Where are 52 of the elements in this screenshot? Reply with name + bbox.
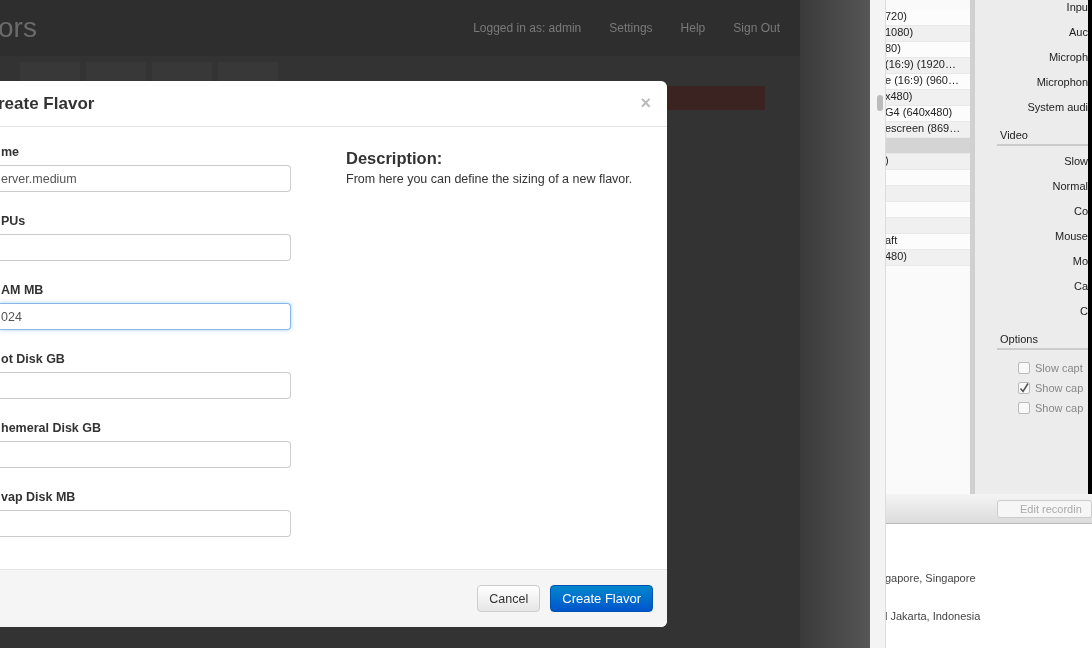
scrollbar-thumb[interactable] (877, 95, 883, 111)
setting-label: Inpu (1066, 0, 1088, 15)
field-label: me (0, 145, 21, 161)
preset-item[interactable]: 1080) (885, 26, 970, 42)
setting-label: Normal (1052, 179, 1088, 194)
input-field[interactable] (0, 234, 291, 261)
page-title: ors (0, 12, 37, 44)
input-field[interactable]: erver.medium (0, 165, 291, 192)
field-label: ot Disk GB (0, 352, 66, 368)
preset-item[interactable]: e (16:9) (960… (885, 74, 970, 90)
cancel-button[interactable]: Cancel (477, 585, 541, 612)
checkbox-label: Show cap (1035, 382, 1084, 394)
setting-label: Slow (1064, 154, 1088, 169)
checkbox[interactable] (1018, 382, 1030, 394)
action-button[interactable] (667, 86, 765, 110)
input-field[interactable]: 024 (0, 303, 291, 330)
field-label: hemeral Disk GB (0, 421, 103, 437)
description-heading: Description: (346, 149, 444, 168)
field-label: vap Disk MB (0, 490, 77, 506)
setting-label: Auc (1069, 25, 1088, 40)
preset-item[interactable] (885, 186, 970, 202)
input-field[interactable] (0, 510, 291, 537)
setting-label: Microphon (1036, 75, 1088, 90)
field-label: PUs (0, 214, 27, 230)
preset-item[interactable] (885, 218, 970, 234)
preset-item[interactable]: (16:9) (1920… (885, 58, 970, 74)
input-field[interactable] (0, 372, 291, 399)
preset-item[interactable]: 720) (885, 10, 970, 26)
checkbox-label: Show cap (1035, 402, 1084, 414)
checkbox-label: Slow capt (1035, 362, 1083, 374)
preset-item[interactable]: G4 (640x480) (885, 106, 970, 122)
field-label: AM MB (0, 283, 45, 299)
setting-label: Ca (1073, 279, 1088, 294)
input-field[interactable] (0, 441, 291, 468)
preset-item[interactable]: x480) (885, 90, 970, 106)
location-item[interactable]: l Jakarta, Indonesia (885, 610, 1092, 648)
checkbox[interactable] (1018, 362, 1030, 374)
location-item[interactable]: gapore, Singapore (885, 572, 1092, 610)
setting-label: System audi (1027, 100, 1088, 115)
preset-item[interactable] (885, 138, 970, 154)
preset-item[interactable]: 80) (885, 42, 970, 58)
preset-item[interactable]: escreen (869… (885, 122, 970, 138)
checkbox[interactable] (1018, 402, 1030, 414)
setting-label: Mouse (1054, 229, 1088, 244)
preset-item[interactable]: aft (885, 234, 970, 250)
setting-label: C (1080, 304, 1088, 319)
setting-label: Mo (1072, 254, 1088, 269)
preset-item[interactable]: 480) (885, 250, 970, 266)
description-text: From here you can define the sizing of a new flavor. (346, 172, 633, 186)
setting-label: Microph (1048, 50, 1088, 65)
create-button[interactable]: Create Flavor (550, 585, 653, 612)
setting-label: Co (1073, 204, 1088, 219)
